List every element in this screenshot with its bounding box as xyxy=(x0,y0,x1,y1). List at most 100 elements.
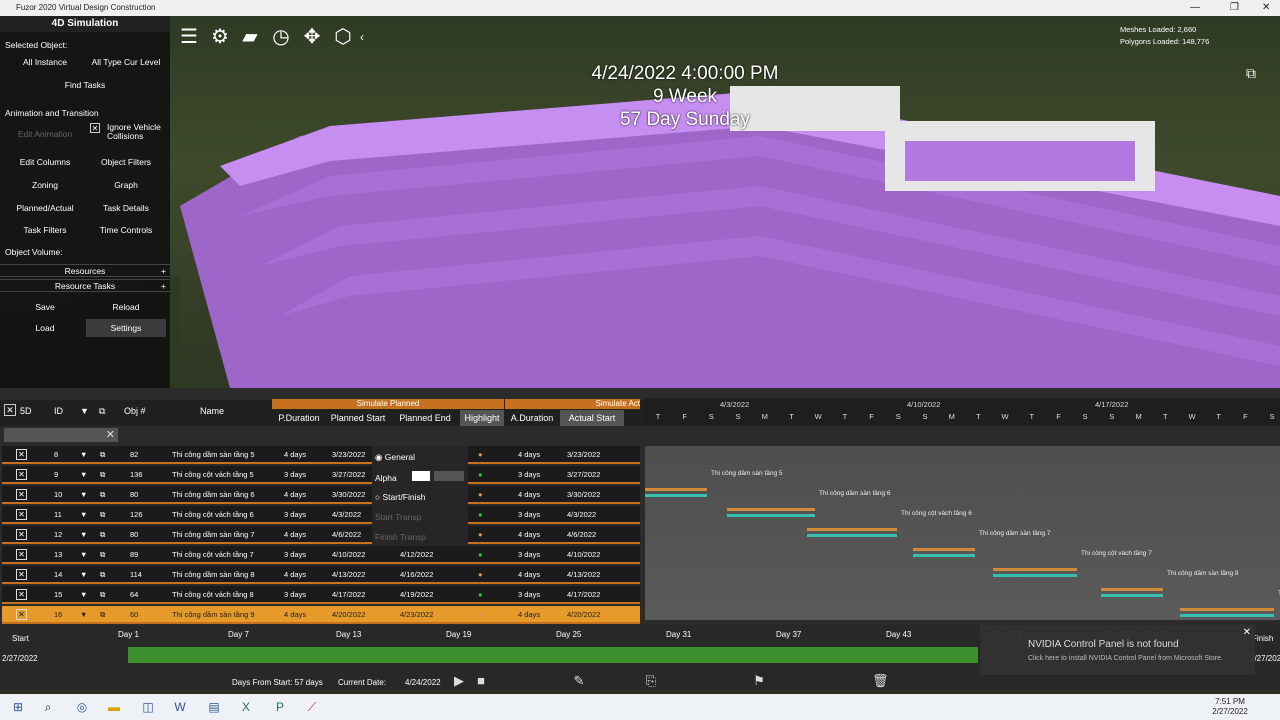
status-icon[interactable]: ● xyxy=(478,550,483,559)
status-icon[interactable]: ● xyxy=(478,450,483,459)
move-icon[interactable]: ✥ xyxy=(299,26,325,48)
project-icon[interactable]: P xyxy=(272,700,288,714)
col-5d[interactable]: 5D xyxy=(20,406,32,416)
table-row[interactable]: ✕ ▼ ⧉ ● 12 80 Thi công dầm sàn tầng 7 4 days 4/6… xyxy=(2,526,640,544)
table-row[interactable]: ✕ ▼ ⧉ ● 15 64 Thi công cột vách tầng 8 3 days 4/… xyxy=(2,586,640,604)
plus-icon[interactable]: + xyxy=(161,265,166,277)
trash-icon[interactable]: 🗑 xyxy=(872,674,889,688)
windows-start-icon[interactable]: ⊞ xyxy=(10,700,26,714)
graph-button[interactable]: Graph xyxy=(86,176,166,194)
link-icon[interactable]: ⧉ xyxy=(100,450,105,460)
gantt-bar-actual[interactable] xyxy=(993,574,1077,577)
close-notification-icon[interactable]: ✕ xyxy=(1243,627,1251,638)
maximize-icon[interactable]: ❐ xyxy=(1230,0,1239,16)
export-icon[interactable]: ⎘ xyxy=(644,674,658,688)
link-icon[interactable]: ⧉ xyxy=(100,470,105,480)
col-planned-start[interactable]: Planned Start xyxy=(326,410,390,426)
simulate-actual-button[interactable]: Simulate Act xyxy=(505,399,640,409)
close-grid-icon[interactable]: ✕ xyxy=(4,404,16,416)
link-icon[interactable]: ⧉ xyxy=(100,550,105,560)
gantt-bar-planned[interactable] xyxy=(807,528,897,531)
current-date-value[interactable]: 4/24/2022 xyxy=(405,678,441,687)
link-icon[interactable]: ⧉ xyxy=(100,590,105,600)
load-button[interactable]: Load xyxy=(5,319,85,337)
taskbar-clock[interactable]: 7:51 PM 2/27/2022 xyxy=(1205,697,1255,717)
link-icon[interactable]: ⧉ xyxy=(100,490,105,500)
fuzor-icon[interactable]: ⟋ xyxy=(304,700,320,714)
status-icon[interactable]: ● xyxy=(478,610,483,619)
all-instance-button[interactable]: All Instance xyxy=(5,53,85,71)
link-icon[interactable]: ⧉ xyxy=(100,530,105,540)
task-details-button[interactable]: Task Details xyxy=(86,199,166,217)
list-icon[interactable]: ☰ xyxy=(176,26,202,48)
row-checkbox[interactable]: ✕ xyxy=(16,609,27,620)
gantt-bar-planned[interactable] xyxy=(1180,608,1274,611)
edit-columns-button[interactable]: Edit Columns xyxy=(5,153,85,171)
find-tasks-button[interactable]: Find Tasks xyxy=(5,76,165,94)
gantt-bar-planned[interactable] xyxy=(913,548,975,551)
row-checkbox[interactable]: ✕ xyxy=(16,589,27,600)
paint-icon[interactable]: ✎ xyxy=(572,674,586,688)
col-planned-end[interactable]: Planned End xyxy=(394,410,456,426)
object-filters-button[interactable]: Object Filters xyxy=(86,153,166,171)
resources-bar[interactable]: Resources + xyxy=(0,264,170,277)
status-icon[interactable]: ● xyxy=(478,570,483,579)
settings-button[interactable]: Settings xyxy=(86,319,166,337)
filter-icon[interactable]: ▼ xyxy=(80,470,87,479)
row-checkbox[interactable]: ✕ xyxy=(16,569,27,580)
general-radio[interactable]: ◉ General xyxy=(375,452,415,463)
table-row[interactable]: ✕ ▼ ⧉ ● 10 80 Thi công dầm sàn tầng 6 4 days 3/3… xyxy=(2,486,640,504)
link-icon[interactable]: ⧉ xyxy=(99,406,105,417)
gantt-bar-planned[interactable] xyxy=(1101,588,1163,591)
alpha-slider[interactable] xyxy=(434,471,464,481)
row-checkbox[interactable]: ✕ xyxy=(16,549,27,560)
link-icon[interactable]: ⧉ xyxy=(100,510,105,520)
filter-icon[interactable]: ▼ xyxy=(80,590,87,599)
col-id[interactable]: ID xyxy=(54,406,63,416)
filter-icon[interactable]: ▼ xyxy=(80,510,87,519)
filter-icon[interactable]: ▼ xyxy=(80,610,87,619)
folder-icon[interactable]: ▰ xyxy=(237,26,263,48)
save-button[interactable]: Save xyxy=(5,298,85,316)
col-actual-start[interactable]: Actual Start xyxy=(560,410,624,426)
timeline-slider[interactable] xyxy=(128,647,978,663)
gantt-bar-actual[interactable] xyxy=(645,494,707,497)
filter-icon[interactable]: ▼ xyxy=(80,530,87,539)
table-row[interactable]: ✕ ▼ ⧉ ● 8 82 Thi công dầm sàn tầng 5 4 days 3/23… xyxy=(2,446,640,464)
status-icon[interactable]: ● xyxy=(478,590,483,599)
filter-icon[interactable]: ▼ xyxy=(80,490,87,499)
planned-actual-button[interactable]: Planned/Actual xyxy=(5,199,85,217)
stop-icon[interactable]: ■ xyxy=(474,674,488,688)
grid-search-input[interactable]: ✕ xyxy=(4,428,118,442)
gantt-bar-actual[interactable] xyxy=(807,534,897,537)
table-row[interactable]: ✕ ▼ ⧉ ● 9 136 Thi công cột vách tầng 5 3 days 3/… xyxy=(2,466,640,484)
gantt-bar-planned[interactable] xyxy=(993,568,1077,571)
flag-icon[interactable]: ⚑ xyxy=(752,674,766,688)
table-row[interactable]: ✕ ▼ ⧉ ● 16 60 Thi công dầm sàn tầng 9 4 days 4/2… xyxy=(2,606,640,624)
word-icon[interactable]: W xyxy=(172,700,188,714)
filter-icon[interactable]: ▼ xyxy=(80,550,87,559)
row-checkbox[interactable]: ✕ xyxy=(16,469,27,480)
nvidia-notification[interactable]: NVIDIA Control Panel is not found Click … xyxy=(980,625,1255,675)
clock-icon[interactable]: ◷ xyxy=(268,26,294,48)
gantt-bar-planned[interactable] xyxy=(645,488,707,491)
excel-icon[interactable]: X xyxy=(238,700,254,714)
gantt-chart[interactable]: Thi công dầm sàn tầng 5 Thi công dầm sàn … xyxy=(645,446,1280,620)
gantt-bar-planned[interactable] xyxy=(727,508,815,511)
file-explorer-icon[interactable]: ▬ xyxy=(106,700,122,714)
col-highlight[interactable]: Highlight xyxy=(460,410,504,426)
filter-icon[interactable]: ▼ xyxy=(80,570,87,579)
row-checkbox[interactable]: ✕ xyxy=(16,489,27,500)
minimize-icon[interactable]: — xyxy=(1190,0,1200,16)
col-name[interactable]: Name xyxy=(200,406,224,416)
play-icon[interactable]: ▶ xyxy=(452,674,466,688)
ignore-vehicle-checkbox[interactable]: ✕ xyxy=(90,123,100,133)
status-icon[interactable]: ● xyxy=(478,530,483,539)
gantt-bar-actual[interactable] xyxy=(1101,594,1163,597)
filter-icon[interactable]: ▼ xyxy=(80,406,89,416)
row-checkbox[interactable]: ✕ xyxy=(16,529,27,540)
collapse-icon[interactable]: ‹ xyxy=(355,26,369,48)
edit-animation-button[interactable]: Edit Animation xyxy=(5,125,85,143)
link-icon[interactable]: ⧉ xyxy=(100,570,105,580)
table-row[interactable]: ✕ ▼ ⧉ ● 14 114 Thi công dầm sàn tầng 8 4 days 4/… xyxy=(2,566,640,584)
